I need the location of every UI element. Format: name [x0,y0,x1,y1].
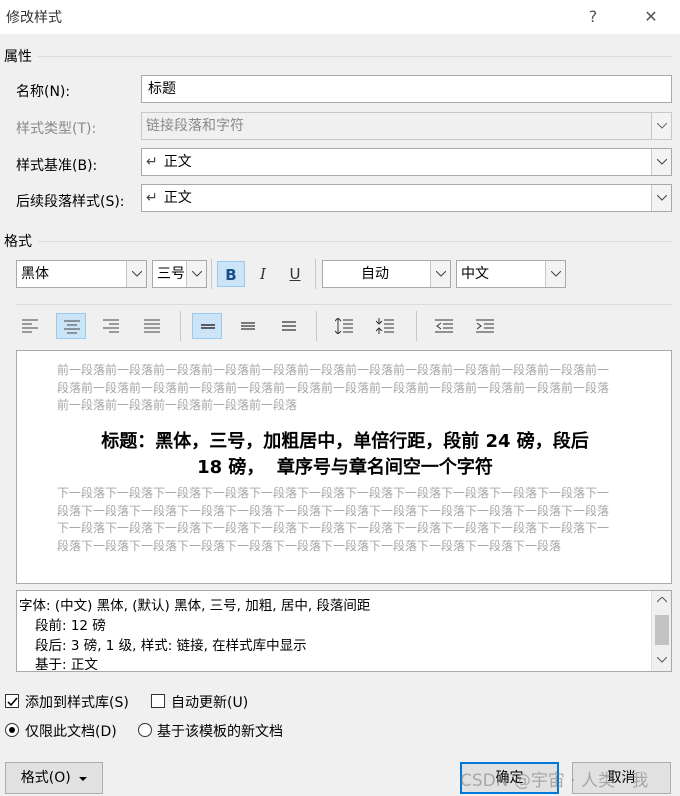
preview-sample-line-1: 标题：黑体，三号，加粗居中，单倍行距，段前 24 磅，段后 [101,431,589,452]
style-preview: 前一段落前一段落前一段落前一段落前一段落前一段落前一段落前一段落前一段落前一段落… [16,350,672,584]
properties-divider [38,56,672,57]
increase-spacing-button[interactable] [328,313,358,339]
style-type-label: 样式类型(T): [16,121,97,137]
window-title: 修改样式 [6,10,62,26]
toolbar-separator [180,311,181,341]
justify-icon [144,319,160,333]
align-left-button[interactable] [15,313,45,339]
align-center-icon [64,320,80,334]
preview-next-paragraph: 下一段落下一段落下一段落下一段落下一段落下一段落下一段落下一段落下一段落下一段落… [57,486,610,553]
font-select[interactable]: 黑体 [16,260,147,288]
chevron-down-icon[interactable] [545,261,565,287]
description-line: 段前: 12 磅 [35,618,106,634]
toolbar-separator [316,311,317,341]
preview-sample-text: 标题：黑体，三号，加粗居中，单倍行距，段前 24 磅，段后 18 磅， 章序号与… [37,429,653,481]
chevron-down-icon[interactable] [651,149,671,175]
increase-spacing-icon [335,318,353,334]
auto-update-checkbox[interactable] [151,694,165,708]
format-menu-button[interactable]: 格式(O) [5,762,103,794]
properties-section-label: 属性 [4,49,32,65]
format-menu-label: 格式(O) [20,770,71,786]
radio-selected-dot [9,727,15,733]
toolbar-separator [211,259,212,289]
toolbar-separator [416,311,417,341]
chevron-up-icon [657,597,667,603]
toolbar-divider [16,304,672,305]
based-on-select[interactable]: ↵ 正文 [141,148,672,176]
title-bar: 修改样式 ? ✕ [0,0,680,34]
style-type-value: 链接段落和字符 [146,118,244,134]
next-style-label: 后续段落样式(S): [16,194,125,210]
chevron-down-icon[interactable] [430,261,450,287]
double-spacing-button[interactable] [274,313,304,339]
decrease-indent-icon [435,319,453,333]
align-left-icon [22,319,38,333]
paragraph-mark-icon: ↵ [146,190,158,206]
font-color-select[interactable]: 自动 [322,260,451,288]
based-on-label: 样式基准(B): [16,158,98,174]
format-divider [38,241,672,242]
csdn-watermark: CSDN @宇宙 · 人类 · 我 [460,771,649,791]
single-spacing-button[interactable] [192,313,222,339]
checkmark-icon [7,697,18,707]
preview-sample-line-2: 18 磅， 章序号与章名间空一个字符 [197,457,493,478]
next-style-value: 正文 [163,190,192,206]
paragraph-mark-icon: ↵ [146,154,158,170]
close-button[interactable]: ✕ [638,4,664,30]
new-documents-template-radio[interactable] [138,723,152,737]
increase-indent-button[interactable] [469,313,499,339]
double-spacing-icon [282,321,296,331]
increase-indent-icon [476,319,494,333]
chevron-down-icon [657,657,667,663]
description-line: 字体: (中文) 黑体, (默认) 黑体, 三号, 加粗, 居中, 段落间距 [19,598,371,614]
name-input[interactable]: 标题 [141,75,672,103]
scrollbar-thumb[interactable] [655,615,669,645]
chevron-down-icon [651,113,671,139]
add-to-gallery-checkbox[interactable] [5,694,19,708]
style-type-select: 链接段落和字符 [141,112,672,140]
next-style-select[interactable]: ↵ 正文 [141,184,672,212]
font-value: 黑体 [21,266,49,282]
one-half-spacing-button[interactable] [233,313,263,339]
help-button[interactable]: ? [580,4,606,30]
bold-button[interactable]: B [217,261,245,287]
font-size-value: 三号 [157,266,185,282]
font-size-select[interactable]: 三号 [152,260,207,288]
style-description: 字体: (中文) 黑体, (默认) 黑体, 三号, 加粗, 居中, 段落间距 段… [16,590,672,672]
toolbar-separator [315,259,316,289]
chevron-down-icon[interactable] [126,261,146,287]
decrease-indent-button[interactable] [428,313,458,339]
chevron-down-icon[interactable] [651,185,671,211]
align-center-button[interactable] [56,313,86,339]
caret-down-icon [79,777,88,781]
font-color-value: 自动 [361,266,389,282]
justify-button[interactable] [137,313,167,339]
new-documents-template-label[interactable]: 基于该模板的新文档 [157,721,283,741]
description-line: 基于: 正文 [35,657,98,672]
only-this-document-label[interactable]: 仅限此文档(D) [25,721,117,741]
decrease-spacing-button[interactable] [369,313,399,339]
only-this-document-radio[interactable] [5,723,19,737]
align-right-button[interactable] [96,313,126,339]
underline-button[interactable]: U [281,261,309,287]
format-section-label: 格式 [4,234,32,250]
italic-button[interactable]: I [249,261,277,287]
name-label: 名称(N): [16,84,71,100]
script-value: 中文 [461,266,489,282]
based-on-value: 正文 [163,154,192,170]
single-spacing-icon [201,324,215,329]
script-select[interactable]: 中文 [456,260,566,288]
add-to-gallery-label[interactable]: 添加到样式库(S) [25,692,129,712]
decrease-spacing-icon [376,318,394,334]
chevron-down-icon[interactable] [186,261,206,287]
description-scrollbar[interactable] [651,591,671,671]
auto-update-label[interactable]: 自动更新(U) [171,692,248,712]
align-right-icon [103,319,119,333]
description-line: 段后: 3 磅, 1 级, 样式: 链接, 在样式库中显示 [35,638,307,654]
preview-previous-paragraph: 前一段落前一段落前一段落前一段落前一段落前一段落前一段落前一段落前一段落前一段落… [57,363,610,412]
one-half-spacing-icon [241,322,255,330]
